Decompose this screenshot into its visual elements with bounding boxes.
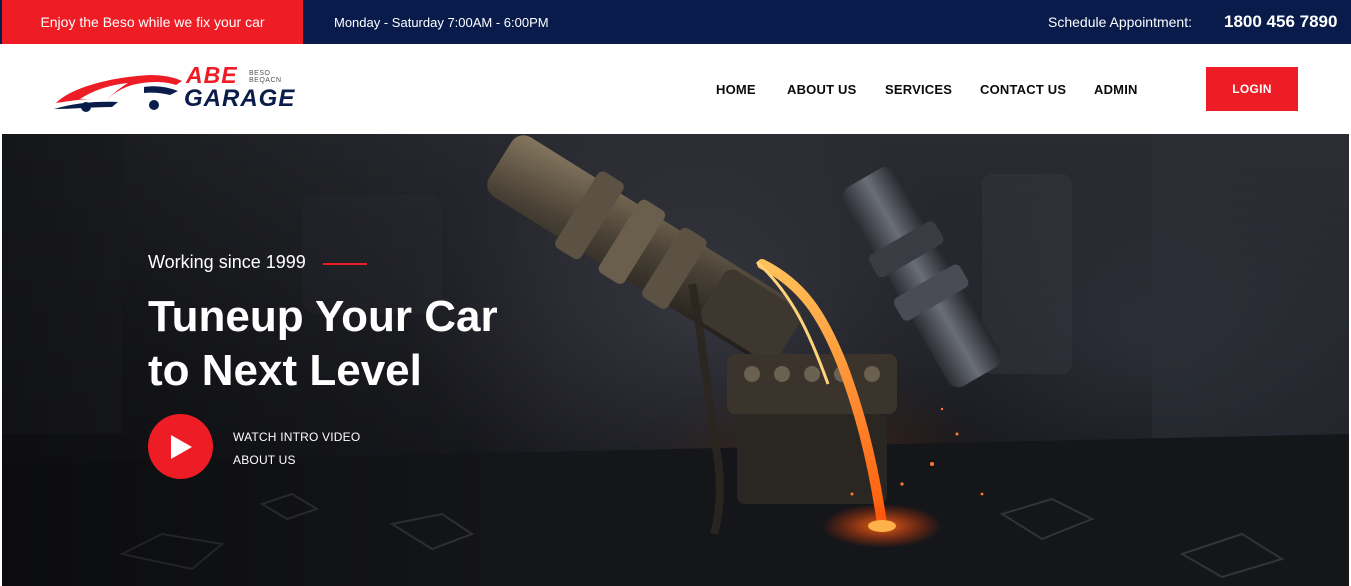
business-hours: Monday - Saturday 7:00AM - 6:00PM — [334, 14, 549, 30]
site-logo[interactable]: ABE BESO BEQACN GARAGE — [52, 62, 302, 117]
play-icon — [170, 434, 192, 459]
nav-item-services[interactable]: SERVICES — [885, 44, 952, 134]
nav-contact-link[interactable]: CONTACT US — [980, 82, 1066, 97]
nav-item-contact-us[interactable]: CONTACT US — [980, 44, 1066, 134]
logo-word-garage: GARAGE — [184, 85, 296, 112]
nav-services-link[interactable]: SERVICES — [885, 82, 952, 97]
nav-item-admin[interactable]: ADMIN — [1094, 44, 1138, 134]
hero-section: Working since 1999 Tuneup Your Car to Ne… — [2, 134, 1349, 586]
nav-item-about-us[interactable]: ABOUT US — [787, 44, 857, 134]
hero-kicker: Working since 1999 — [148, 252, 367, 273]
nav-admin-link[interactable]: ADMIN — [1094, 82, 1138, 97]
hero-links: WATCH INTRO VIDEO ABOUT US — [233, 426, 360, 472]
headline-line-1: Tuneup Your Car — [148, 292, 498, 341]
login-button[interactable]: LOGIN — [1206, 67, 1298, 111]
about-us-link[interactable]: ABOUT US — [233, 449, 360, 472]
kicker-accent-line — [322, 263, 367, 265]
promo-banner: Enjoy the Beso while we fix your car — [2, 0, 303, 44]
nav-about-link[interactable]: ABOUT US — [787, 82, 857, 97]
car-logo-icon — [54, 75, 182, 112]
phone-number[interactable]: 1800 456 7890 — [1224, 0, 1337, 44]
hero-kicker-text: Working since 1999 — [148, 252, 306, 272]
site-header: ABE BESO BEQACN GARAGE HOME ABOUT US SER… — [2, 44, 1349, 134]
headline-line-2: to Next Level — [148, 346, 422, 395]
play-video-button[interactable] — [148, 414, 213, 479]
schedule-label: Schedule Appointment: — [1048, 14, 1192, 30]
nav-home-link[interactable]: HOME — [716, 82, 756, 97]
hero-headline: Tuneup Your Car to Next Level — [148, 290, 568, 398]
logo-tagline: BESO BEQACN — [249, 70, 282, 84]
watch-intro-video-link[interactable]: WATCH INTRO VIDEO — [233, 426, 360, 449]
top-bar: Enjoy the Beso while we fix your car Mon… — [0, 0, 1351, 44]
nav-item-home[interactable]: HOME — [716, 44, 756, 134]
